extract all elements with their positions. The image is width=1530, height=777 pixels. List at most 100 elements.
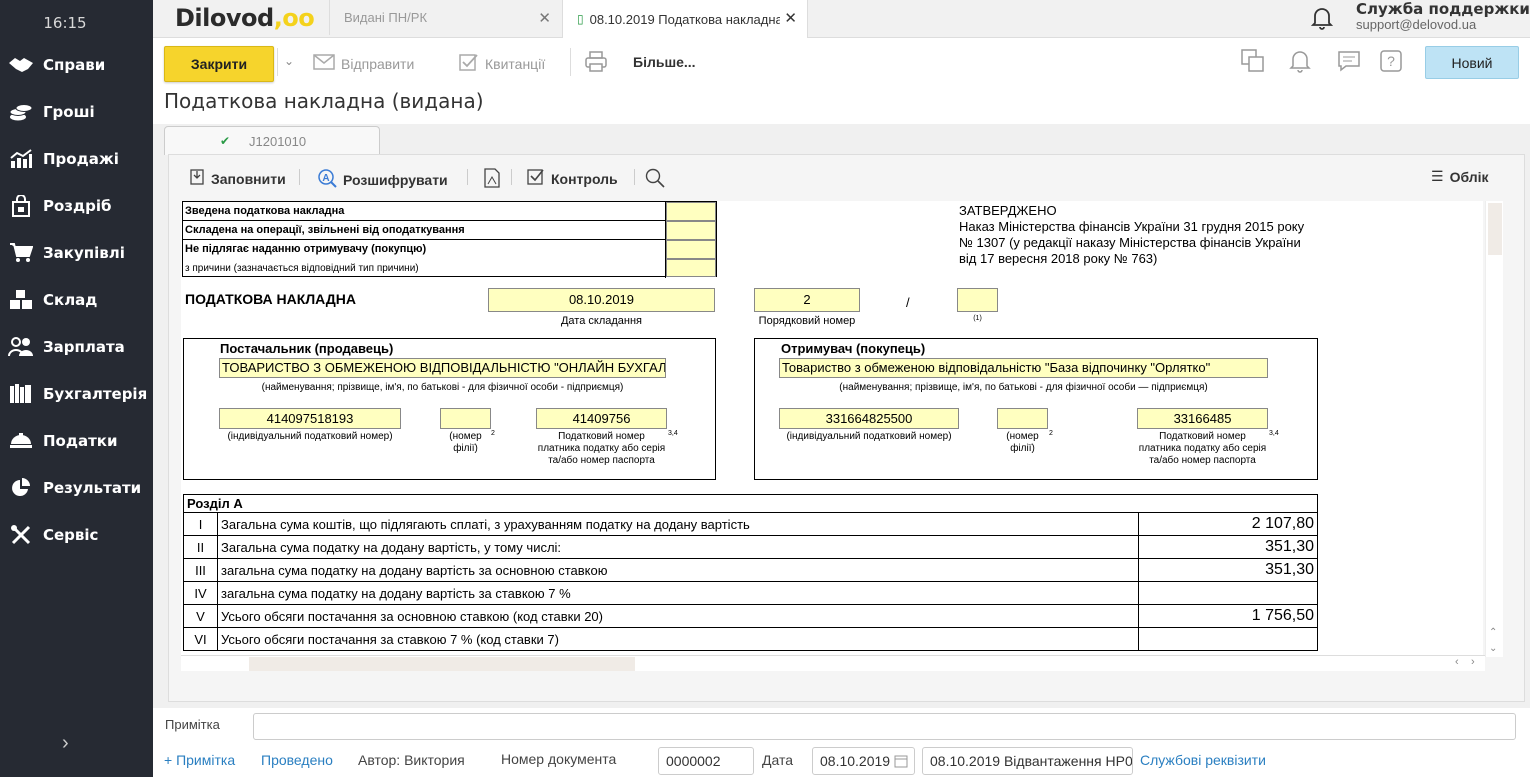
table-row: V Усього обсяги постачання за основною ст…	[183, 604, 1318, 628]
separator	[570, 48, 571, 76]
support-email[interactable]: support@delovod.ua	[1356, 17, 1476, 32]
expand-sidebar-icon[interactable]: ›	[62, 732, 69, 755]
horizontal-scrollbar[interactable]: ‹ ›	[181, 655, 1485, 671]
sidebar-item-retail[interactable]: Роздріб	[0, 186, 153, 226]
basis-document-input[interactable]: 08.10.2019 Відвантаження НР0	[922, 747, 1133, 775]
tax-invoice-form: Зведена податкова накладна Складена на о…	[181, 201, 1483, 657]
service-details-link[interactable]: Службові реквізити	[1140, 752, 1266, 768]
sidebar-item-sales[interactable]: Продажі	[0, 139, 153, 179]
scroll-down-icon[interactable]: ⌄	[1489, 643, 1497, 654]
scroll-thumb[interactable]	[1488, 203, 1502, 255]
seller-tax-code-field[interactable]: 41409756	[536, 408, 667, 429]
approved-line: від 17 вересня 2018 року № 763)	[959, 251, 1158, 266]
seller-name-caption: (найменування; прізвище, ім'я, по батько…	[261, 382, 624, 393]
svg-text:?: ?	[1387, 53, 1395, 69]
row-value[interactable]	[1138, 627, 1318, 651]
scroll-thumb[interactable]	[249, 657, 635, 671]
sidebar-item-service[interactable]: Сервіс	[0, 515, 153, 555]
bell-icon[interactable]	[1289, 49, 1311, 78]
decrypt-button[interactable]: A Розшифрувати	[317, 168, 448, 191]
reason-field[interactable]	[666, 259, 716, 277]
calendar-icon[interactable]	[894, 754, 908, 771]
sidebar-item-accounting[interactable]: Бухгалтерія	[0, 374, 153, 414]
new-button[interactable]: Новий	[1425, 46, 1519, 79]
form-frame: Заповнити A Розшифрувати Контроль ☰ Облі…	[168, 154, 1525, 702]
row-value[interactable]: 351,30	[1138, 535, 1318, 559]
posted-link[interactable]: Проведено	[261, 752, 333, 768]
seller-ipn-field[interactable]: 414097518193	[219, 408, 401, 429]
notification-bell-icon[interactable]	[1310, 6, 1334, 35]
boxes-icon	[8, 287, 34, 313]
sales-chart-icon	[8, 146, 34, 172]
fill-button[interactable]: Заповнити	[189, 168, 286, 189]
sidebar-item-affairs[interactable]: Справи	[0, 45, 153, 85]
envelope-icon	[313, 53, 335, 74]
help-icon[interactable]: ?	[1379, 49, 1403, 78]
tab-tax-invoice[interactable]: ▯ 08.10.2019 Податкова накладна ✕	[562, 0, 808, 38]
send-button[interactable]: Відправити	[313, 53, 414, 74]
support-title[interactable]: Служба поддержки	[1356, 0, 1530, 18]
scroll-left-icon[interactable]: ‹	[1455, 656, 1459, 668]
row-value[interactable]: 2 107,80	[1138, 512, 1318, 536]
seller-name-field[interactable]: ТОВАРИСТВО З ОБМЕЖЕНОЮ ВІДПОВІДАЛЬНІСТЮ …	[219, 358, 666, 378]
vertical-scrollbar[interactable]: ⌃ ⌄	[1485, 201, 1503, 657]
handshake-icon	[8, 52, 34, 78]
tab-issued-invoices[interactable]: Видані ПН/РК ✕	[329, 0, 561, 35]
buyer-name-caption: (найменування; прізвище, ім'я, по батько…	[839, 382, 1208, 393]
form-tab-label: J1201010	[249, 133, 307, 149]
not-provided-field[interactable]	[666, 240, 716, 259]
close-tab-icon[interactable]: ✕	[538, 9, 551, 27]
doc-number-label: Номер документа	[501, 751, 617, 767]
control-button[interactable]: Контроль	[527, 168, 618, 189]
chevron-down-icon[interactable]: ⌄	[284, 54, 294, 68]
search-icon[interactable]	[645, 168, 665, 188]
seller-branch-field[interactable]	[440, 408, 491, 429]
logo[interactable]: Dilovod,oo	[175, 4, 315, 32]
receipts-button[interactable]: Квитанції	[459, 53, 545, 74]
scroll-right-icon[interactable]: ›	[1471, 656, 1475, 668]
close-button[interactable]: Закрити	[164, 46, 274, 82]
table-row: IV загальна сума податку на додану вартіс…	[183, 581, 1318, 605]
add-note-link[interactable]: + Примітка	[164, 752, 235, 768]
doc-number-input[interactable]: 0000002	[658, 747, 754, 775]
toolbar: Закрити ⌄ Відправити Квитанції Більше...…	[153, 38, 1530, 88]
sidebar-item-salary[interactable]: Зарплата	[0, 327, 153, 367]
branch-suffix-field[interactable]	[957, 288, 998, 312]
row-label: Загальна сума податку на додану вартість…	[217, 535, 1139, 559]
close-tab-icon[interactable]: ✕	[784, 9, 797, 27]
windows-icon[interactable]	[1241, 49, 1265, 78]
sidebar-item-purchases[interactable]: Закупівлі	[0, 233, 153, 273]
date-field[interactable]: 08.10.2019	[488, 288, 715, 312]
row-value[interactable]	[1138, 581, 1318, 605]
sidebar-item-taxes[interactable]: Податки	[0, 421, 153, 461]
more-button[interactable]: Більше...	[633, 54, 696, 70]
row-label: загальна сума податку на додану вартість…	[217, 581, 1139, 605]
logo-dots: ,oo	[273, 4, 315, 32]
row-value[interactable]: 1 756,50	[1138, 604, 1318, 628]
sidebar-item-label: Податки	[43, 432, 118, 450]
consolidated-field[interactable]	[666, 202, 716, 221]
sidebar-item-warehouse[interactable]: Склад	[0, 280, 153, 320]
cloche-icon	[8, 428, 34, 454]
sequence-number-field[interactable]: 2	[754, 288, 860, 312]
pdf-export-icon[interactable]	[483, 168, 501, 188]
scroll-up-icon[interactable]: ⌃	[1489, 627, 1497, 638]
note-label: Примітка	[165, 717, 220, 732]
row-number: III	[183, 558, 218, 582]
note-input[interactable]	[253, 713, 1516, 740]
sidebar-item-money[interactable]: Гроші	[0, 92, 153, 132]
buyer-branch-field[interactable]	[997, 408, 1048, 429]
buyer-ipn-field[interactable]: 331664825500	[779, 408, 959, 429]
document-icon: ▯	[577, 12, 584, 26]
printer-icon[interactable]	[585, 50, 607, 72]
row-value[interactable]: 351,30	[1138, 558, 1318, 582]
form-tab[interactable]: ✔ J1201010	[164, 126, 380, 155]
buyer-name-field[interactable]: Товариство з обмеженою відповідальністю …	[779, 358, 1268, 378]
accounting-button[interactable]: ☰ Облік	[1431, 168, 1489, 185]
chat-icon[interactable]	[1337, 49, 1361, 78]
buyer-tax-code-field[interactable]: 33166485	[1137, 408, 1268, 429]
date-input[interactable]: 08.10.2019	[812, 747, 915, 775]
exempt-field[interactable]	[666, 221, 716, 240]
sidebar-item-results[interactable]: Результати	[0, 468, 153, 508]
top-bar: Dilovod,oo Видані ПН/РК ✕ ▯ 08.10.2019 П…	[153, 0, 1530, 38]
